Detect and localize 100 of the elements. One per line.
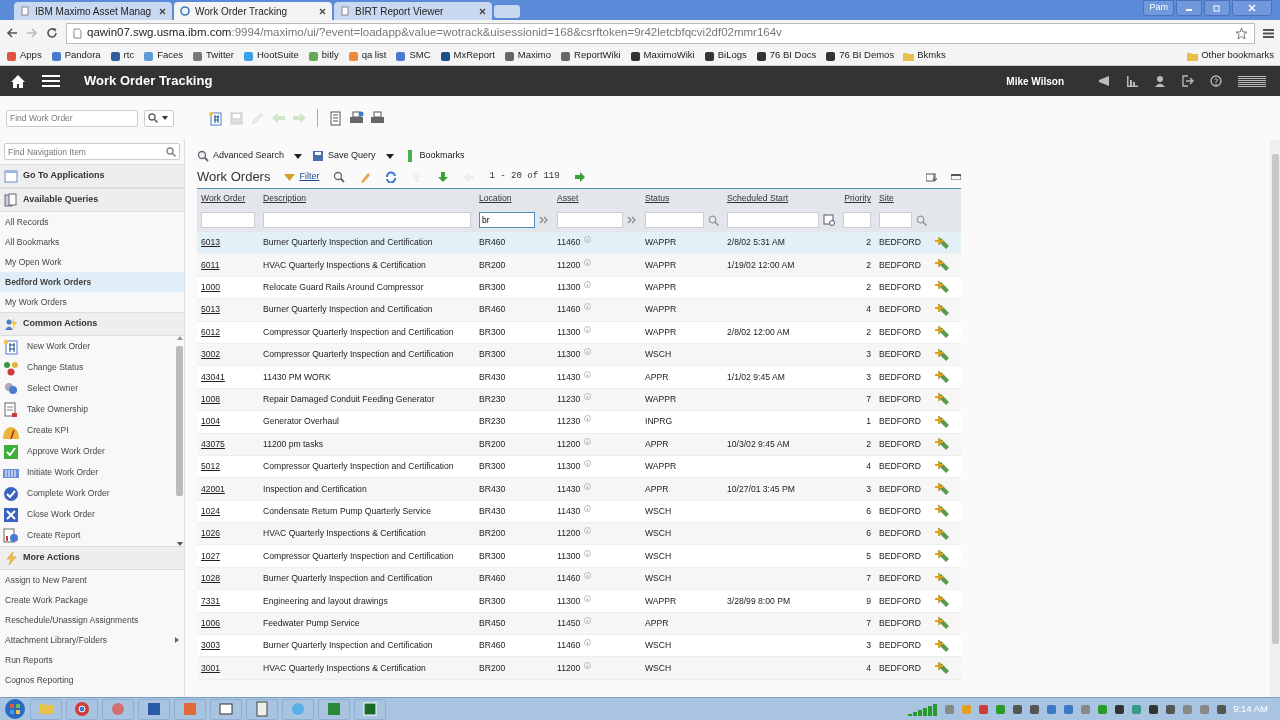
table-row[interactable]: 6012 Compressor Quarterly Inspection and Certification BR300 11300 WAPPR 2/8/02 12:00 AM 2 BEDFORD xyxy=(197,321,961,344)
column-header[interactable]: Asset xyxy=(557,193,579,204)
route-plus-icon[interactable] xyxy=(935,549,951,564)
work-order-link[interactable]: 1004 xyxy=(201,416,221,427)
sidebar-item[interactable]: My Work Orders xyxy=(0,292,184,312)
scrollbar-thumb[interactable] xyxy=(1271,154,1279,644)
list-document-icon[interactable] xyxy=(328,110,343,126)
work-order-link[interactable]: 6011 xyxy=(201,259,220,270)
download-icon[interactable] xyxy=(926,172,937,182)
action-item[interactable]: Change Status xyxy=(0,357,175,378)
column-header[interactable]: Priority xyxy=(844,193,871,204)
route-plus-icon[interactable] xyxy=(935,235,951,250)
taskbar-button[interactable] xyxy=(66,698,98,720)
work-order-link[interactable]: 1008 xyxy=(201,394,221,404)
double-chevron-icon[interactable] xyxy=(627,216,637,224)
query-button[interactable]: Advanced Search xyxy=(197,149,285,163)
info-icon[interactable] xyxy=(584,639,592,647)
info-icon[interactable] xyxy=(584,393,592,400)
bookmark-link[interactable]: 76 BI Docs xyxy=(755,48,817,63)
sidebar-item[interactable]: Reschedule/Unassign Assignments xyxy=(0,610,184,630)
filter-link[interactable]: Filter xyxy=(284,170,320,184)
action-item[interactable]: Create Report xyxy=(0,525,175,546)
search-field[interactable]: Find Work Order xyxy=(6,109,138,127)
home-icon[interactable] xyxy=(10,73,26,89)
table-row[interactable]: 1026 HVAC Quarterly Inspections & Certification BR200 11200 WSCH 6 BEDFORD xyxy=(197,523,961,546)
info-icon[interactable] xyxy=(584,325,592,333)
work-order-link[interactable]: 43075 xyxy=(201,438,225,449)
taskbar-button[interactable] xyxy=(210,698,242,720)
navigation-search-field[interactable]: Find Navigation Item xyxy=(4,143,180,160)
filter-field[interactable] xyxy=(557,212,623,228)
work-order-link[interactable]: 1028 xyxy=(201,573,221,584)
work-order-link[interactable]: 7331 xyxy=(201,595,221,606)
route-plus-icon[interactable] xyxy=(935,459,951,474)
forward-icon[interactable] xyxy=(26,27,38,39)
table-row[interactable]: 42001 Inspection and Certification BR430 11430 APPR 10/27/01 3:45 PM 3 BEDFORD xyxy=(197,478,961,501)
route-plus-icon[interactable] xyxy=(935,370,951,385)
route-plus-icon[interactable] xyxy=(935,504,951,519)
work-order-link[interactable]: 3002 xyxy=(201,349,221,360)
info-icon[interactable] xyxy=(584,303,592,311)
info-icon[interactable] xyxy=(584,348,592,356)
search-icon[interactable] xyxy=(333,171,346,183)
taskbar-button[interactable] xyxy=(318,698,350,720)
close-icon[interactable] xyxy=(159,7,166,15)
section-header[interactable]: Go To Applications xyxy=(0,164,184,188)
work-order-link[interactable]: 1026 xyxy=(201,528,221,539)
table-row[interactable]: 6013 Burner Quarterly Inspection and Certification BR460 11460 WAPPR 2/8/02 5:31 AM 2 BEDFORD xyxy=(197,232,961,255)
info-icon[interactable] xyxy=(584,437,592,445)
bookmark-link[interactable]: bitly xyxy=(307,48,339,63)
table-row[interactable]: 1008 Repair Damaged Conduit Feeding Generator BR230 11230 WAPPR 7 BEDFORD xyxy=(197,388,961,412)
route-plus-icon[interactable] xyxy=(935,325,951,340)
filter-field[interactable] xyxy=(727,212,819,228)
work-order-link[interactable]: 1024 xyxy=(201,505,221,516)
back-icon[interactable] xyxy=(6,27,18,39)
info-icon[interactable] xyxy=(584,236,592,244)
table-row[interactable]: 3003 Burner Quarterly Inspection and Certification BR460 11460 WSCH 3 BEDFORD xyxy=(197,635,961,658)
action-item[interactable]: Approve Work Order xyxy=(0,441,175,462)
table-row[interactable]: 1004 Generator Overhaul BR230 11230 INPRG 1 BEDFORD xyxy=(197,411,961,434)
tray-icon[interactable] xyxy=(1165,703,1177,715)
query-button[interactable]: Bookmarks xyxy=(403,149,465,163)
route-plus-icon[interactable] xyxy=(935,302,951,317)
logout-icon[interactable] xyxy=(1182,75,1194,87)
info-icon[interactable] xyxy=(584,482,592,490)
section-header[interactable]: Common Actions xyxy=(0,312,184,336)
route-plus-icon[interactable] xyxy=(935,482,951,496)
table-row[interactable]: 3002 Compressor Quarterly Inspection and Certification BR300 11300 WSCH 3 BEDFORD xyxy=(197,343,961,367)
printer-icon[interactable] xyxy=(349,110,364,126)
section-header[interactable]: Available Queries xyxy=(0,188,184,212)
sidebar-item[interactable]: Attachment Library/Folders xyxy=(0,630,184,650)
bookmark-link[interactable]: BiLogs xyxy=(703,48,747,63)
close-icon[interactable] xyxy=(319,7,326,15)
action-item[interactable]: Complete Work Order xyxy=(0,483,175,504)
tray-icon[interactable] xyxy=(1148,703,1160,715)
bookmark-link[interactable]: rtc xyxy=(109,48,135,63)
action-item[interactable]: Initiate Work Order xyxy=(0,462,175,483)
down-arrow-icon[interactable] xyxy=(437,171,450,183)
table-row[interactable]: 1024 Condensate Return Pump Quarterly Service BR430 11430 WSCH 6 BEDFORD xyxy=(197,500,961,524)
bookmark-link[interactable]: Apps xyxy=(6,48,42,63)
bookmark-link[interactable]: MaximoWiki xyxy=(629,48,695,63)
sidebar-item[interactable]: Bedford Work Orders xyxy=(0,272,184,292)
scrollbar-thumb[interactable] xyxy=(176,346,183,496)
work-order-link[interactable]: 42001 xyxy=(201,483,225,494)
reload-icon[interactable] xyxy=(46,27,58,39)
route-plus-icon[interactable] xyxy=(935,526,951,541)
section-header[interactable]: More Actions xyxy=(0,546,184,570)
maximize-button[interactable] xyxy=(1204,0,1230,16)
info-icon[interactable] xyxy=(584,527,592,535)
bookmark-link[interactable]: HootSuite xyxy=(243,48,299,63)
caret-icon[interactable] xyxy=(385,153,394,159)
sidebar-item[interactable]: Create Work Package xyxy=(0,590,184,610)
menu-icon[interactable] xyxy=(1263,28,1274,38)
browser-tab[interactable]: Work Order Tracking xyxy=(174,2,332,20)
route-plus-icon[interactable] xyxy=(935,437,951,452)
sidebar-item[interactable]: Cognos Reporting xyxy=(0,670,184,690)
minimize-button[interactable] xyxy=(1176,0,1202,16)
bookmark-link[interactable]: MxReport xyxy=(439,48,495,63)
taskbar-button[interactable] xyxy=(354,698,386,720)
bookmark-link[interactable]: 76 BI Demos xyxy=(825,48,895,63)
tray-icon[interactable] xyxy=(1114,703,1126,715)
table-row[interactable]: 43075 11200 pm tasks BR200 11200 APPR 10/3/02 9:45 AM 2 BEDFORD xyxy=(197,433,961,456)
sidebar-item[interactable]: Run Reports xyxy=(0,650,184,670)
